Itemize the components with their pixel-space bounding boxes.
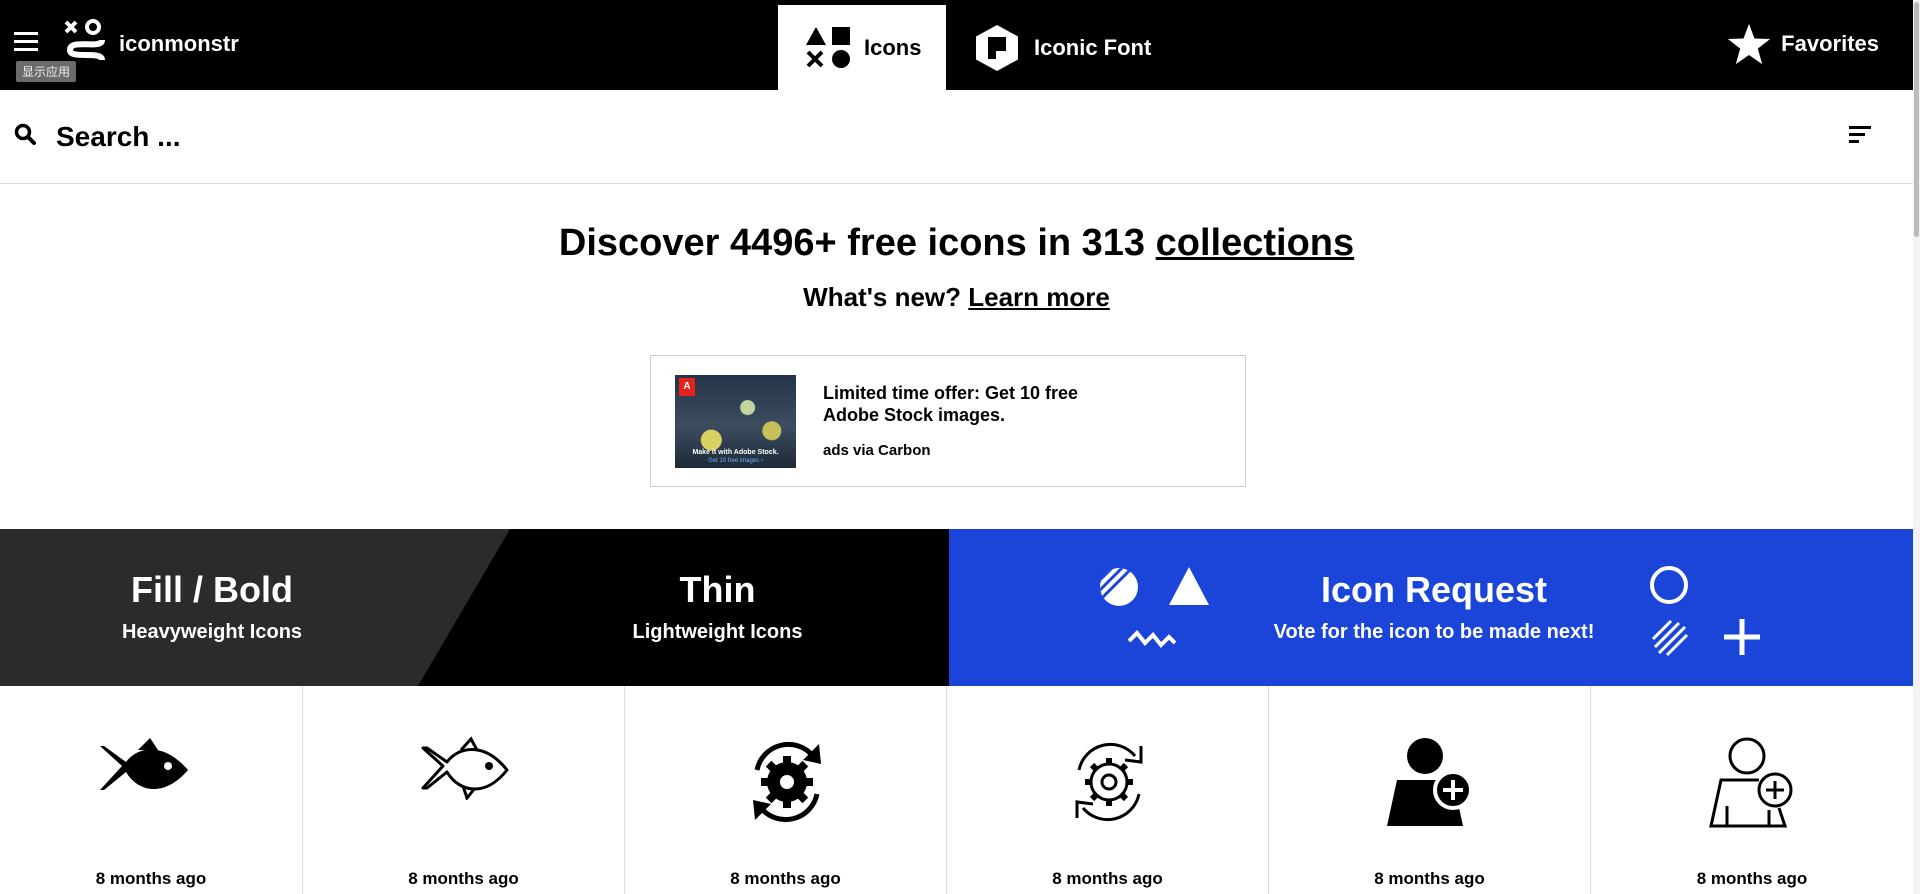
icon-card[interactable]: 8 months ago [303, 686, 625, 894]
fill-bold-subtitle: Heavyweight Icons [121, 621, 303, 643]
adobe-logo-icon: A [679, 378, 695, 396]
icon-card[interactable]: 8 months ago [947, 686, 1269, 894]
fish-thin-icon [421, 736, 509, 800]
top-nav-bar: 显示应用 iconmonstr Icons Iconic Font Favori… [0, 0, 1913, 90]
ad-image-caption: Make it with Adobe Stock. [692, 449, 779, 456]
learn-more-link[interactable]: Learn more [968, 282, 1110, 312]
tab-icons[interactable]: Icons [778, 5, 946, 90]
favorites-label: Favorites [1781, 31, 1879, 56]
ad-text[interactable]: Limited time offer: Get 10 free Adobe St… [823, 382, 1123, 426]
stripes-icon [1651, 619, 1689, 657]
icon-date: 8 months ago [408, 869, 519, 888]
icon-date: 8 months ago [95, 869, 207, 888]
gear-sync-filled-icon [753, 741, 821, 823]
category-banners: Fill / Bold Heavyweight Icons Thin Light… [0, 529, 1913, 686]
icon-date: 8 months ago [730, 869, 841, 888]
favorites-link[interactable]: Favorites [1727, 20, 1879, 68]
circle-outline-icon [1650, 566, 1688, 604]
hero-title-text: Discover 4496+ free icons in 313 [558, 222, 1156, 264]
shapes-icon [806, 26, 850, 68]
collections-link[interactable]: collections [1156, 222, 1355, 264]
zigzag-icon [1127, 630, 1177, 648]
triangle-icon [1169, 567, 1209, 605]
ad-image[interactable]: A Make it with Adobe Stock. Get 10 free … [675, 375, 796, 468]
ads-via-carbon-link[interactable]: ads via Carbon [823, 442, 931, 459]
carbon-ad: A Make it with Adobe Stock. Get 10 free … [650, 355, 1246, 487]
scrollbar[interactable] [1913, 0, 1920, 894]
thin-title: Thin [679, 569, 756, 610]
tab-iconic-font-label: Iconic Font [1034, 34, 1152, 60]
plus-icon [1724, 619, 1760, 655]
tab-icons-label: Icons [864, 34, 922, 60]
hero-title: Discover 4496+ free icons in 313 collect… [0, 222, 1913, 265]
search-input[interactable] [56, 112, 1756, 162]
icon-date: 8 months ago [1052, 869, 1163, 888]
icon-card[interactable]: 8 months ago [1591, 686, 1913, 894]
icon-request-subtitle: Vote for the icon to be made next! [1273, 621, 1595, 643]
icon-card[interactable]: 8 months ago [1269, 686, 1591, 894]
icon-date: 8 months ago [1696, 869, 1808, 888]
brand-name[interactable]: iconmonstr [119, 31, 239, 57]
hero-subtitle: What's new? Learn more [0, 282, 1913, 313]
iconic-font-icon [976, 24, 1018, 71]
scrollbar-thumb[interactable] [1914, 2, 1919, 237]
search-icon[interactable] [14, 123, 36, 145]
icon-card[interactable]: 8 months ago [0, 686, 303, 894]
user-add-thin-icon [1709, 737, 1793, 828]
fill-bold-title: Fill / Bold [131, 569, 293, 610]
ad-image-cta: Get 10 free images › [708, 458, 763, 464]
striped-circle-icon [1100, 568, 1138, 606]
search-bar [0, 90, 1913, 184]
icon-request-title: Icon Request [1320, 569, 1548, 610]
icon-card[interactable]: 8 months ago [625, 686, 947, 894]
user-add-filled-icon [1387, 738, 1473, 826]
thin-banner[interactable]: Thin Lightweight Icons [500, 529, 949, 686]
tab-iconic-font[interactable]: Iconic Font [976, 5, 1151, 90]
icon-grid: 8 months ago 8 months ago 8 months ago 8… [0, 686, 1913, 894]
fish-filled-icon [100, 738, 188, 790]
hamburger-menu-icon[interactable] [14, 32, 38, 54]
thin-subtitle: Lightweight Icons [632, 621, 803, 643]
star-icon [1728, 23, 1771, 65]
icon-date: 8 months ago [1374, 869, 1485, 888]
whats-new-text: What's new? [803, 282, 969, 312]
gear-sync-thin-icon [1075, 742, 1143, 822]
sort-filter-icon[interactable] [1847, 124, 1871, 146]
iconmonstr-logo-icon[interactable] [62, 18, 110, 66]
icon-request-banner[interactable]: Icon Request Vote for the icon to be mad… [949, 529, 1913, 686]
